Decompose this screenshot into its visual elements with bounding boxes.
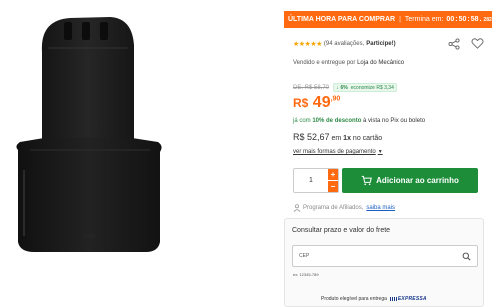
timer-hours: 00 (446, 16, 455, 23)
affiliate-learn-more-link[interactable]: saiba mais (366, 205, 395, 211)
price-decimals: ,90 (330, 95, 341, 103)
share-icon[interactable] (448, 38, 460, 50)
card-price: R$ 52,67 (293, 132, 330, 142)
search-icon[interactable] (462, 252, 471, 261)
pix-prefix: já com (293, 118, 311, 124)
express-label: Produto elegível para entrega (321, 296, 387, 302)
express-logo-text: EXPRESSA (397, 296, 427, 302)
price-integer: 49 (312, 94, 331, 111)
timer-minutes: 50 (458, 16, 467, 23)
old-price: DE: R$ 58,70 (293, 84, 330, 91)
arrow-down-icon: ↓ (336, 84, 339, 91)
economy-text: economize R$ 3,34 (350, 84, 394, 91)
price-comparison: DE: R$ 58,70 ↓ 6% economize R$ 3,34 (293, 83, 397, 92)
main-price: R$ 49,90 (293, 94, 340, 112)
rating-row: ★★★★★ (94 avaliações, Participe!) (293, 38, 488, 50)
svg-text:SWAK: SWAK (82, 234, 97, 240)
add-to-cart-button[interactable]: Adicionar ao carrinho (342, 168, 478, 193)
seller-name-link[interactable]: Loja do Mecânico (357, 60, 404, 66)
promo-label: ÚLTIMA HORA PARA COMPRAR (288, 16, 396, 23)
product-buy-panel: ÚLTIMA HORA PARA COMPRAR | Termina em: 0… (284, 11, 492, 307)
card-price-line: R$ 52,67 em 1x no cartão (293, 132, 382, 142)
card-installments: 1x (343, 135, 351, 142)
card-mid: em (331, 135, 342, 142)
quantity-value[interactable]: 1 (294, 169, 328, 192)
cep-placeholder[interactable]: CEP (299, 253, 309, 259)
shipping-title: Consultar prazo e valor do frete (292, 227, 391, 234)
shipping-calculator: Consultar prazo e valor do frete CEP ex:… (284, 218, 484, 307)
timer-label: Termina em: (404, 16, 444, 23)
quantity-stepper[interactable]: 1 + − (293, 168, 339, 193)
affiliate-program: Programa de Afiliados, saiba mais (293, 204, 395, 212)
more-payment-options-link[interactable]: ver mais formas de pagamento ▼ (293, 149, 383, 155)
heart-favorite-icon[interactable] (471, 37, 484, 50)
express-stripes-icon (389, 297, 397, 301)
rating-participate-link[interactable]: Participe!) (366, 41, 395, 47)
pix-highlight: 10% de desconto (312, 118, 362, 124)
quantity-increase-button[interactable]: + (328, 169, 338, 180)
timer-seconds: 58 (470, 16, 479, 23)
pix-discount-line: já com 10% de desconto à vista no Pix ou… (293, 118, 425, 124)
seller-info: Vendido e entregue por Loja do Mecânico (293, 60, 404, 66)
discount-badge: ↓ 6% economize R$ 3,34 (333, 83, 397, 92)
rating-count[interactable]: (94 avaliações, (324, 41, 364, 47)
affiliate-label: Programa de Afiliados, (303, 205, 364, 211)
pix-suffix: à vista no Pix ou boleto (363, 118, 426, 124)
express-delivery-info: Produto elegível para entrega EXPRESSA (321, 296, 427, 302)
price-currency: R$ (293, 96, 309, 110)
product-image[interactable]: SWAK (0, 0, 283, 307)
cart-icon (361, 175, 373, 186)
express-logo: EXPRESSA (389, 296, 427, 302)
seller-prefix: Vendido e entregue por (293, 60, 356, 66)
person-icon (293, 204, 301, 212)
quantity-decrease-button[interactable]: − (328, 180, 338, 192)
cep-input[interactable]: CEP (292, 245, 478, 267)
promo-countdown-bar: ÚLTIMA HORA PARA COMPRAR | Termina em: 0… (284, 11, 492, 28)
more-payments-label[interactable]: ver mais formas de pagamento (293, 149, 376, 155)
cep-example: ex: 12345-789 (293, 272, 319, 277)
timer-fraction: 282 (483, 16, 492, 23)
chevron-down-icon[interactable]: ▼ (378, 149, 383, 155)
rating-stars-icon: ★★★★★ (293, 41, 322, 48)
add-to-cart-label[interactable]: Adicionar ao carrinho (376, 176, 459, 185)
promo-separator: | (399, 16, 401, 23)
discount-percent: 6% (340, 84, 348, 91)
card-suffix: no cartão (352, 135, 383, 142)
